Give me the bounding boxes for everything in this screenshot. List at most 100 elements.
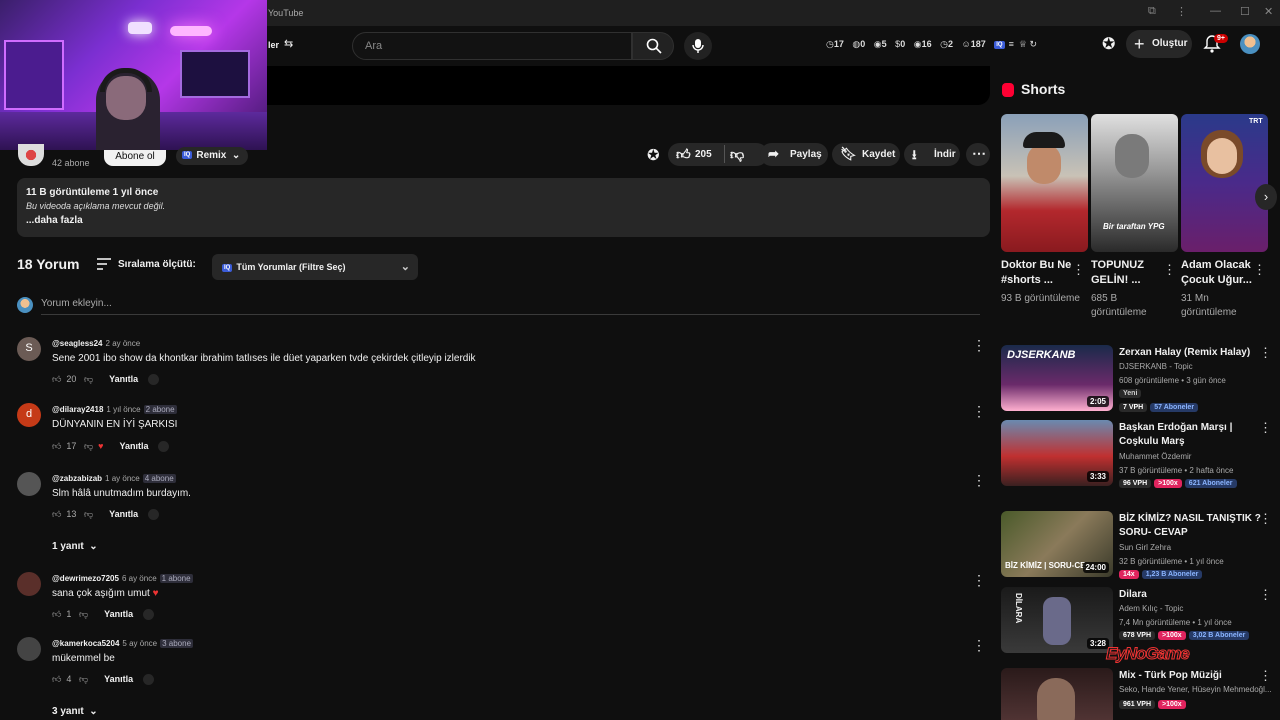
remix-button[interactable]: IQ Remix ⌄ <box>176 147 249 165</box>
shorts-next-button[interactable]: › <box>1255 184 1277 210</box>
comment-avatar[interactable]: d <box>17 403 41 427</box>
create-button[interactable]: + Oluştur <box>1126 30 1192 58</box>
video-menu-icon[interactable]: ⋮ <box>1259 511 1272 527</box>
iq-icon[interactable]: IQ <box>994 40 1005 49</box>
dislike-icon[interactable]: 👎︎ <box>84 374 93 384</box>
video-player[interactable] <box>267 66 990 105</box>
like-icon[interactable]: 👍︎ <box>52 674 61 684</box>
search-button[interactable] <box>632 32 674 60</box>
video-menu-icon[interactable]: ⋮ <box>1259 345 1272 361</box>
comment-menu-icon[interactable]: ⋮ <box>972 403 986 420</box>
subscribe-button[interactable]: Abone ol <box>104 150 166 166</box>
comment-avatar[interactable]: S <box>17 337 41 361</box>
related-video[interactable]: DJSERKANB 2:05 Zerxan Halay (Remix Halay… <box>1001 345 1272 413</box>
show-more-link[interactable]: ...daha fazla <box>26 215 83 226</box>
video-menu-icon[interactable]: ⋮ <box>1259 420 1272 436</box>
short-title[interactable]: Doktor Bu Ne #shorts ... <box>1001 258 1073 288</box>
comment-menu-icon[interactable]: ⋮ <box>972 637 986 654</box>
dislike-icon[interactable]: 👎︎ <box>79 609 88 619</box>
related-video[interactable]: Mix - Türk Pop Müziği Seko, Hande Yener,… <box>1001 668 1271 720</box>
download-button[interactable]: ⭳ İndir <box>904 143 960 166</box>
minimize-button[interactable]: — <box>1210 5 1221 17</box>
comment-menu-icon[interactable]: ⋮ <box>972 472 986 489</box>
add-comment-input[interactable]: Yorum ekleyin... <box>41 298 980 315</box>
short-thumbnail[interactable] <box>1001 114 1088 252</box>
video-thumbnail[interactable]: 3:33 <box>1001 420 1113 486</box>
view-replies-button[interactable]: 3 yanıt ⌄ <box>52 706 98 717</box>
comment-menu-icon[interactable]: ⋮ <box>972 337 986 354</box>
reply-button[interactable]: Yanıtla <box>109 374 138 384</box>
video-thumbnail[interactable]: DİLARA 3:28 <box>1001 587 1113 653</box>
comment-author[interactable]: @seagless24 <box>52 339 103 348</box>
comment-avatar[interactable] <box>17 472 41 496</box>
short-thumbnail[interactable]: TRT <box>1181 114 1268 252</box>
short-menu-icon[interactable]: ⋮ <box>1163 262 1176 278</box>
award-icon[interactable]: ♕ <box>1019 39 1027 49</box>
channel-avatar[interactable] <box>18 144 44 166</box>
extension-dot-icon[interactable] <box>148 374 160 386</box>
view-replies-button[interactable]: 1 yanıt ⌄ <box>52 541 98 552</box>
more-actions-button[interactable]: ⋯ <box>966 143 990 166</box>
short-title[interactable]: Adam Olacak Çocuk Uğur... <box>1181 258 1253 288</box>
account-avatar[interactable] <box>1240 34 1260 54</box>
share-button[interactable]: ➦ Paylaş <box>760 143 828 166</box>
clip-icon[interactable]: ✪ <box>647 146 660 164</box>
extension-dot-icon[interactable] <box>148 509 160 521</box>
description-box[interactable]: 11 B görüntüleme 1 yıl önce Bu videoda a… <box>17 178 990 237</box>
reply-button[interactable]: Yanıtla <box>119 441 148 451</box>
video-channel[interactable]: Sun Girl Zehra <box>1119 543 1171 552</box>
video-channel[interactable]: Adem Kılıç - Topic <box>1119 604 1183 613</box>
menu-dots-icon[interactable]: ⋮ <box>1176 5 1187 18</box>
video-channel[interactable]: Seko, Hande Yener, Hüseyin Mehmedoğl... <box>1119 685 1271 694</box>
maximize-button[interactable]: ☐ <box>1240 5 1250 18</box>
video-thumbnail[interactable]: BİZ KİMİZ | SORU-CE 24:00 <box>1001 511 1113 577</box>
short-menu-icon[interactable]: ⋮ <box>1072 262 1085 278</box>
close-button[interactable]: ✕ <box>1264 5 1273 18</box>
sort-label[interactable]: Sıralama ölçütü: <box>118 259 196 270</box>
short-title[interactable]: TOPUNUZ GELİN! ... <box>1091 258 1163 288</box>
list-icon[interactable]: ≡ <box>1009 39 1014 49</box>
like-icon[interactable]: 👍︎ <box>52 609 61 619</box>
comment-filter-select[interactable]: IQ Tüm Yorumlar (Filtre Seç) ⌄ <box>212 254 418 280</box>
like-button[interactable]: 👍︎ <box>676 146 691 163</box>
comment-author[interactable]: @dilaray2418 <box>52 405 103 414</box>
clapper-icon[interactable]: ✪ <box>1102 34 1115 54</box>
reply-button[interactable]: Yanıtla <box>104 609 133 619</box>
search-input[interactable]: Ara <box>352 32 632 60</box>
video-channel[interactable]: DJSERKANB - Topic <box>1119 362 1193 371</box>
comment-author[interactable]: @dewrimezo7205 <box>52 574 119 583</box>
comment-author[interactable]: @zabzabizab <box>52 474 102 483</box>
comment-avatar[interactable] <box>17 637 41 661</box>
extension-dot-icon[interactable] <box>143 674 155 686</box>
filter-label[interactable]: ler <box>268 40 279 50</box>
extension-dot-icon[interactable] <box>158 441 170 453</box>
refresh-icon[interactable]: ↻ <box>1029 39 1037 49</box>
short-thumbnail[interactable]: Bir taraftan YPG <box>1091 114 1178 252</box>
video-menu-icon[interactable]: ⋮ <box>1259 668 1271 684</box>
video-channel[interactable]: Muhammet Özdemir <box>1119 452 1191 461</box>
like-icon[interactable]: 👍︎ <box>52 374 61 384</box>
voice-search-button[interactable] <box>684 32 712 60</box>
dislike-icon[interactable]: 👎︎ <box>84 509 93 519</box>
related-video[interactable]: BİZ KİMİZ | SORU-CE 24:00 BİZ KİMİZ? NAS… <box>1001 511 1272 579</box>
video-menu-icon[interactable]: ⋮ <box>1259 587 1272 603</box>
like-icon[interactable]: 👍︎ <box>52 509 61 519</box>
sort-icon[interactable] <box>97 258 111 270</box>
reply-button[interactable]: Yanıtla <box>109 509 138 519</box>
extension-dot-icon[interactable] <box>143 609 155 621</box>
comment-avatar[interactable] <box>17 572 41 596</box>
short-menu-icon[interactable]: ⋮ <box>1253 262 1266 278</box>
reply-button[interactable]: Yanıtla <box>104 674 133 684</box>
save-button[interactable]: 🔖︎ Kaydet <box>832 143 900 166</box>
dislike-icon[interactable]: 👎︎ <box>84 441 93 451</box>
extensions-icon[interactable]: ⧉ <box>1148 5 1156 18</box>
dislike-button[interactable]: 👎︎ <box>730 146 744 163</box>
comment-menu-icon[interactable]: ⋮ <box>972 572 986 589</box>
like-icon[interactable]: 👍︎ <box>52 441 61 451</box>
video-thumbnail[interactable] <box>1001 668 1113 720</box>
dislike-icon[interactable]: 👎︎ <box>79 674 88 684</box>
video-thumbnail[interactable]: DJSERKANB 2:05 <box>1001 345 1113 411</box>
comment-author[interactable]: @kamerkoca5204 <box>52 639 119 648</box>
related-video[interactable]: 3:33 Başkan Erdoğan Marşı | Coşkulu Marş… <box>1001 420 1272 488</box>
filter-icon[interactable]: ⇆ <box>284 37 293 50</box>
